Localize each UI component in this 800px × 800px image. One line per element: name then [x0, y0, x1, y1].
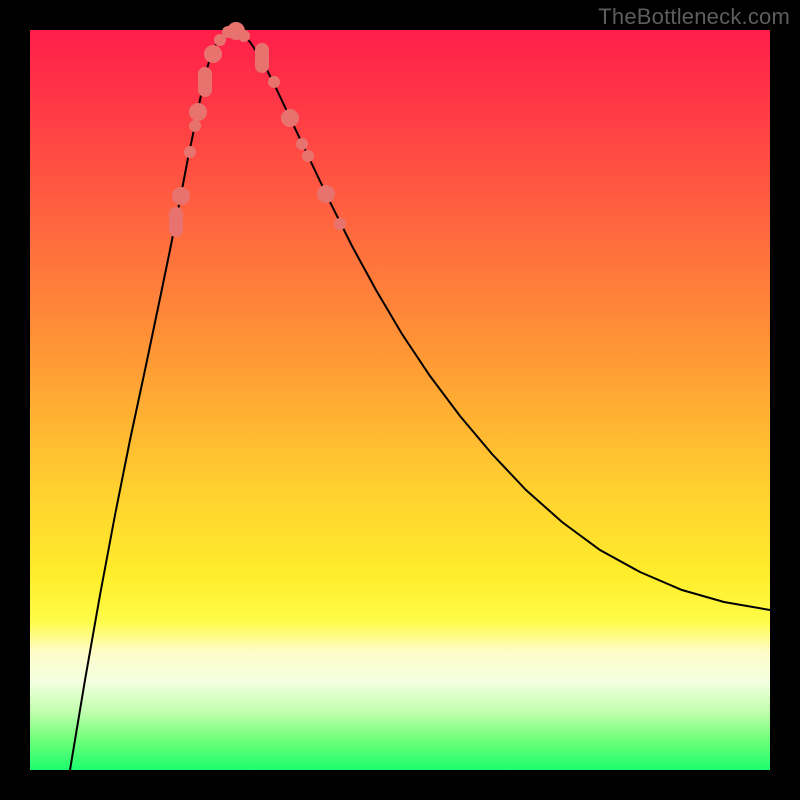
- curve-marker: [238, 30, 250, 42]
- curve-marker: [189, 120, 201, 132]
- curve-marker: [296, 138, 308, 150]
- curve-marker: [268, 76, 280, 88]
- curve-marker: [184, 146, 196, 158]
- curve-marker: [255, 43, 269, 73]
- curve-marker: [334, 218, 346, 230]
- curve-marker: [302, 150, 314, 162]
- curve-marker: [169, 207, 183, 237]
- watermark-text: TheBottleneck.com: [598, 4, 790, 30]
- curve-marker: [281, 109, 299, 127]
- chart-frame: TheBottleneck.com: [0, 0, 800, 800]
- curve-path: [70, 30, 770, 770]
- curve-marker: [317, 185, 335, 203]
- bottleneck-curve: [30, 30, 770, 770]
- curve-marker: [172, 187, 190, 205]
- curve-marker: [198, 67, 212, 97]
- plot-area: [30, 30, 770, 770]
- curve-marker: [189, 103, 207, 121]
- curve-marker: [204, 45, 222, 63]
- curve-markers: [169, 22, 346, 237]
